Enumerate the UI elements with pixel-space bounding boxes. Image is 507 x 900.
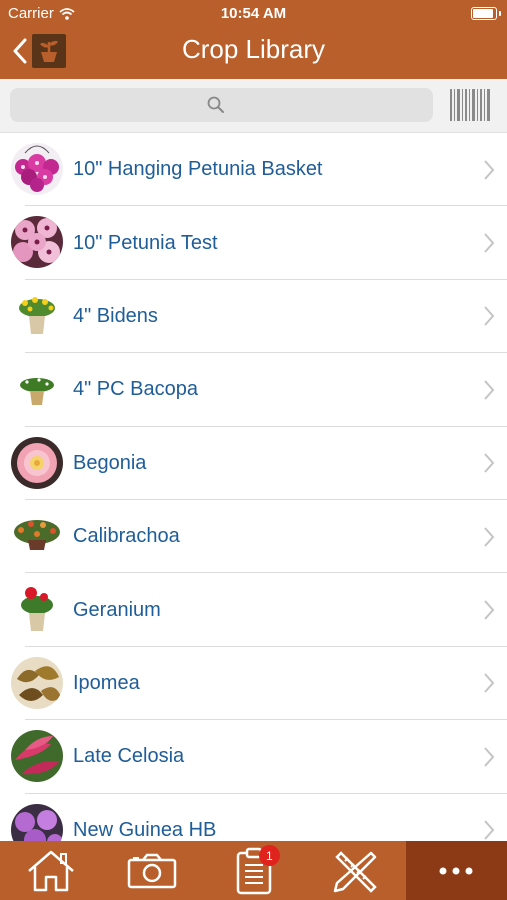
house-icon: [27, 850, 74, 891]
battery-level: [473, 9, 493, 18]
list-item-label: Geranium: [73, 598, 161, 621]
petunia-basket-thumbnail: [11, 143, 63, 195]
tab-bar: 1: [0, 841, 507, 900]
list-item[interactable]: Geranium: [0, 573, 507, 648]
new-guinea-thumbnail: [11, 803, 63, 841]
list-item[interactable]: Calibrachoa: [0, 500, 507, 574]
crop-list: 10" Hanging Petunia Basket 10" Petunia T…: [0, 133, 507, 841]
chevron-right-icon: [484, 820, 495, 840]
list-item[interactable]: 10" Petunia Test: [0, 206, 507, 281]
tab-tools[interactable]: [304, 841, 405, 900]
battery-icon: [471, 7, 501, 20]
list-item[interactable]: New Guinea HB: [0, 794, 507, 841]
tab-tasks[interactable]: 1: [203, 841, 304, 900]
more-dots-icon: [439, 867, 473, 874]
search-bar-area: [0, 79, 507, 133]
begonia-thumbnail: [11, 436, 63, 489]
status-time: 10:54 AM: [220, 5, 287, 22]
chevron-right-icon: [484, 160, 495, 180]
list-item-label: 4" Bidens: [73, 304, 158, 327]
chevron-right-icon: [484, 526, 495, 547]
celosia-thumbnail: [11, 730, 63, 783]
camera-icon: [127, 853, 177, 888]
tab-camera[interactable]: [101, 841, 202, 900]
list-item-label: Late Celosia: [73, 745, 185, 768]
ipomea-thumbnail: [11, 656, 63, 709]
chevron-right-icon: [484, 306, 495, 327]
app-header: Carrier 10:54 AM Crop Library: [0, 0, 507, 79]
chevron-right-icon: [484, 600, 495, 620]
list-item[interactable]: Late Celosia: [0, 720, 507, 794]
tab-home[interactable]: [0, 841, 101, 900]
list-item[interactable]: Ipomea: [0, 647, 507, 721]
barcode-scan-button[interactable]: [449, 87, 491, 123]
pencil-ruler-icon: [333, 850, 377, 893]
tasks-badge: 1: [258, 845, 280, 866]
nav-bar: Crop Library: [0, 28, 507, 79]
bidens-thumbnail: [11, 289, 63, 342]
list-item-label: 10" Petunia Test: [73, 231, 218, 254]
list-item-label: Ipomea: [73, 671, 140, 694]
list-item[interactable]: 4" PC Bacopa: [0, 353, 507, 427]
status-bar: Carrier 10:54 AM: [0, 0, 507, 28]
list-item[interactable]: 4" Bidens: [0, 280, 507, 354]
chevron-right-icon: [484, 233, 495, 253]
chevron-right-icon: [484, 747, 495, 767]
bacopa-thumbnail: [11, 363, 63, 416]
search-input[interactable]: [10, 88, 433, 122]
list-item[interactable]: Begonia: [0, 427, 507, 501]
list-item-label: Begonia: [73, 451, 147, 474]
tab-more[interactable]: [405, 841, 507, 900]
geranium-thumbnail: [11, 583, 63, 636]
petunia-thumbnail: [11, 216, 63, 269]
list-item-label: New Guinea HB: [73, 818, 217, 841]
list-item-label: Calibrachoa: [73, 525, 180, 548]
chevron-right-icon: [484, 673, 495, 694]
list-item-label: 10" Hanging Petunia Basket: [73, 158, 323, 181]
chevron-right-icon: [484, 380, 495, 400]
list-item-label: 4" PC Bacopa: [73, 378, 198, 401]
list-item[interactable]: 10" Hanging Petunia Basket: [0, 133, 507, 207]
chevron-right-icon: [484, 453, 495, 473]
page-title: Crop Library: [181, 34, 326, 64]
barcode-icon: [450, 89, 490, 121]
calibrachoa-thumbnail: [11, 509, 63, 562]
